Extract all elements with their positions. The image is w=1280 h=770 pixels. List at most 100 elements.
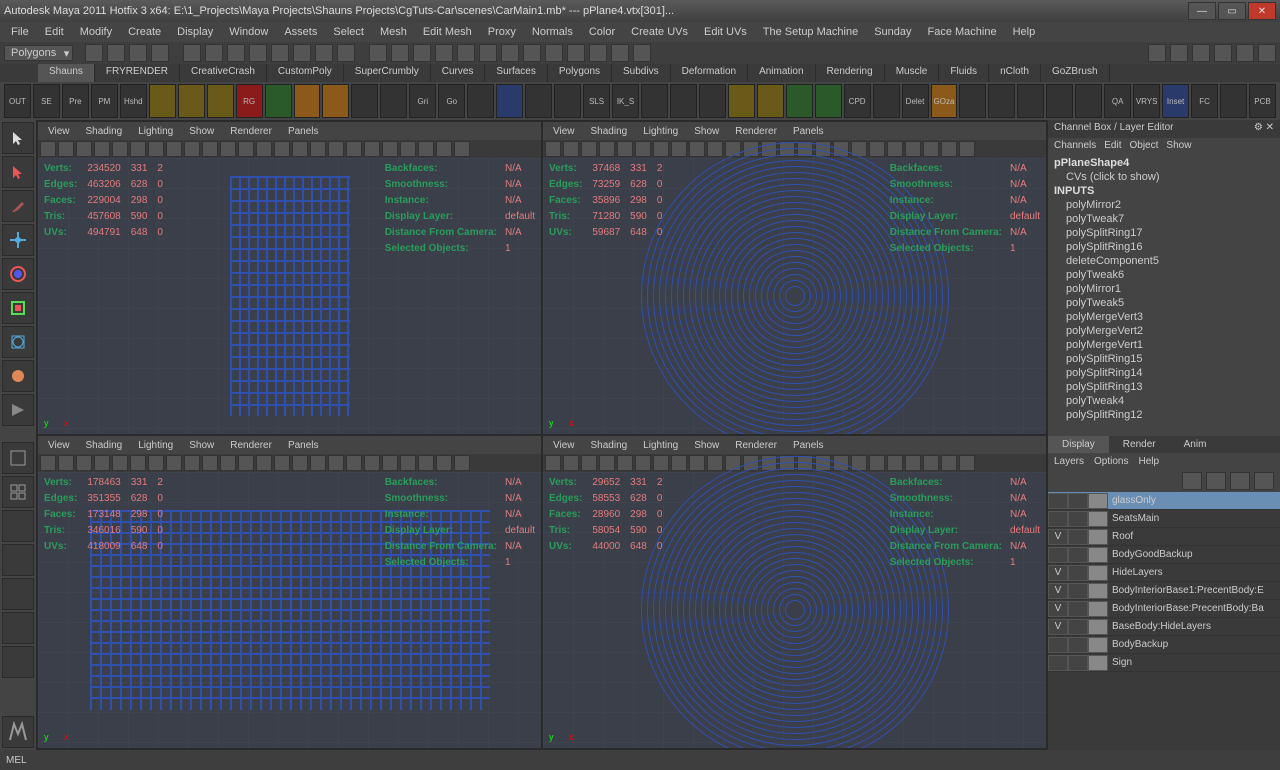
layer-row[interactable]: glassOnly (1048, 492, 1280, 510)
cvs-row[interactable]: CVs (click to show) (1048, 170, 1280, 184)
shelf-icon[interactable] (149, 84, 176, 118)
input-node[interactable]: polyTweak5 (1048, 296, 1280, 310)
vp-tool-icon[interactable] (58, 455, 74, 471)
vp-tool-icon[interactable] (581, 141, 597, 157)
menu-file[interactable]: File (4, 24, 36, 40)
vp-tool-icon[interactable] (130, 455, 146, 471)
tb-icon[interactable] (413, 44, 431, 62)
input-node[interactable]: polyTweak6 (1048, 268, 1280, 282)
shelf-icon[interactable] (757, 84, 784, 118)
layer-vis-toggle[interactable] (1048, 655, 1068, 671)
layer-color-swatch[interactable] (1088, 619, 1108, 635)
vp-menu-lighting[interactable]: Lighting (637, 126, 684, 137)
layer-type-toggle[interactable] (1068, 637, 1088, 653)
layer-vis-toggle[interactable] (1048, 547, 1068, 563)
layer-color-swatch[interactable] (1088, 493, 1108, 509)
vp-menu-view[interactable]: View (42, 126, 76, 137)
shelf-icon[interactable] (728, 84, 755, 118)
layer-vis-toggle[interactable] (1048, 637, 1068, 653)
shelf-icon[interactable]: PM (91, 84, 118, 118)
vp-tool-icon[interactable] (220, 455, 236, 471)
layer-vis-toggle[interactable]: V (1048, 619, 1068, 635)
menu-help[interactable]: Help (1006, 24, 1043, 40)
tb-icon[interactable] (611, 44, 629, 62)
tb-icon[interactable] (249, 44, 267, 62)
shelf-icon[interactable] (496, 84, 523, 118)
layer-menu-layers[interactable]: Layers (1054, 456, 1084, 467)
vp-menu-show[interactable]: Show (688, 440, 725, 451)
layer-row[interactable]: VHideLayers (1048, 564, 1280, 582)
vp-tool-icon[interactable] (454, 141, 470, 157)
tb-icon[interactable] (1148, 44, 1166, 62)
layer-row[interactable]: BodyGoodBackup (1048, 546, 1280, 564)
shelf-icon[interactable]: CPD (844, 84, 871, 118)
layer-type-toggle[interactable] (1068, 511, 1088, 527)
layer-vis-toggle[interactable]: V (1048, 583, 1068, 599)
layer-tab-render[interactable]: Render (1109, 436, 1170, 453)
shelf-tab-deformation[interactable]: Deformation (671, 64, 748, 82)
shelf-icon[interactable] (1220, 84, 1247, 118)
shelf-icon[interactable] (786, 84, 813, 118)
vp-tool-icon[interactable] (274, 455, 290, 471)
vp-tool-icon[interactable] (148, 141, 164, 157)
shelf-tab-muscle[interactable]: Muscle (885, 64, 940, 82)
tb-icon[interactable] (107, 44, 125, 62)
vp-tool-icon[interactable] (202, 455, 218, 471)
layer-color-swatch[interactable] (1088, 583, 1108, 599)
layer-row[interactable]: VBaseBody:HideLayers (1048, 618, 1280, 636)
shelf-tab-curves[interactable]: Curves (431, 64, 486, 82)
vp-tool-icon[interactable] (599, 455, 615, 471)
tb-icon[interactable] (85, 44, 103, 62)
shelf-icon[interactable] (1046, 84, 1073, 118)
layer-menu-options[interactable]: Options (1094, 456, 1128, 467)
vp-tool-icon[interactable] (166, 141, 182, 157)
layer-type-toggle[interactable] (1068, 547, 1088, 563)
layer-icon[interactable] (1254, 472, 1274, 490)
shelf-icon[interactable]: SLS (583, 84, 610, 118)
vp-tool-icon[interactable] (364, 141, 380, 157)
menu-window[interactable]: Window (222, 24, 275, 40)
shelf-icon[interactable] (988, 84, 1015, 118)
shelf-icon[interactable] (815, 84, 842, 118)
input-node[interactable]: polyMirror2 (1048, 198, 1280, 212)
vp-tool-icon[interactable] (76, 141, 92, 157)
input-node[interactable]: polyMergeVert1 (1048, 338, 1280, 352)
shelf-icon[interactable]: IK_S (612, 84, 639, 118)
vp-tool-icon[interactable] (617, 455, 633, 471)
shelf-icon[interactable]: FC (1191, 84, 1218, 118)
tb-icon[interactable] (391, 44, 409, 62)
layer-tab-display[interactable]: Display (1048, 436, 1109, 453)
manip-tool-icon[interactable] (2, 326, 34, 358)
tb-icon[interactable] (271, 44, 289, 62)
menu-color[interactable]: Color (582, 24, 622, 40)
vp-tool-icon[interactable] (346, 455, 362, 471)
vp-tool-icon[interactable] (40, 141, 56, 157)
vp-tool-icon[interactable] (238, 455, 254, 471)
tb-icon[interactable] (501, 44, 519, 62)
shelf-icon[interactable]: PCB (1249, 84, 1276, 118)
menu-edit-mesh[interactable]: Edit Mesh (416, 24, 479, 40)
layer-row[interactable]: VBodyInteriorBase:PrecentBody:Ba (1048, 600, 1280, 618)
vp-tool-icon[interactable] (256, 455, 272, 471)
vp-tool-icon[interactable] (436, 141, 452, 157)
shelf-icon[interactable] (380, 84, 407, 118)
vp-menu-panels[interactable]: Panels (787, 440, 830, 451)
input-node[interactable]: polySplitRing12 (1048, 408, 1280, 422)
layer-color-swatch[interactable] (1088, 601, 1108, 617)
shelf-icon[interactable] (1017, 84, 1044, 118)
shelf-icon[interactable] (351, 84, 378, 118)
shelf-tab-subdivs[interactable]: Subdivs (612, 64, 671, 82)
menu-edit-uvs[interactable]: Edit UVs (697, 24, 754, 40)
layer-icon[interactable] (1230, 472, 1250, 490)
shelf-icon[interactable]: Pre (62, 84, 89, 118)
menu-edit[interactable]: Edit (38, 24, 71, 40)
viewport-front[interactable]: ViewShadingLightingShowRendererPanelsVer… (38, 436, 541, 748)
tb-icon[interactable] (545, 44, 563, 62)
shelf-tab-animation[interactable]: Animation (748, 64, 815, 82)
vp-tool-icon[interactable] (274, 141, 290, 157)
vp-tool-icon[interactable] (454, 455, 470, 471)
minimize-button[interactable]: — (1188, 2, 1216, 20)
vp-tool-icon[interactable] (184, 455, 200, 471)
tb-icon[interactable] (523, 44, 541, 62)
shelf-icon[interactable] (467, 84, 494, 118)
